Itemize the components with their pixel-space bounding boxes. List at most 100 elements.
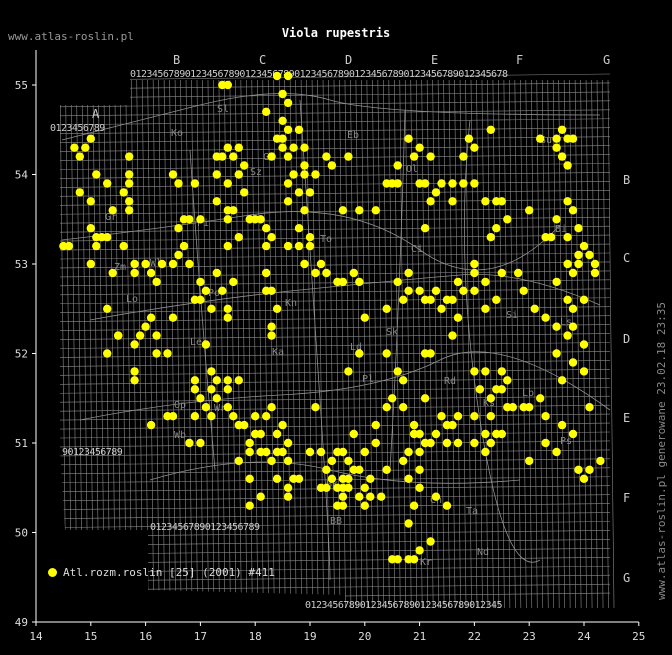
region-code: Ci [411, 244, 423, 255]
occurrence-point [355, 206, 364, 215]
occurrence-point [355, 492, 364, 501]
occurrence-point [579, 474, 589, 483]
occurrence-point [190, 376, 200, 385]
occurrence-point [344, 152, 353, 161]
occurrence-point [294, 224, 304, 233]
region-code: Le [190, 337, 202, 348]
occurrence-point [174, 224, 183, 233]
occurrence-point [207, 304, 216, 313]
x-tick-label: 18 [249, 630, 262, 643]
occurrence-point [409, 420, 419, 430]
occurrence-point [207, 385, 216, 394]
occurrence-point [196, 295, 205, 304]
occurrence-point [223, 143, 232, 152]
zone-letter: C [623, 251, 630, 265]
occurrence-point [459, 286, 468, 295]
occurrence-point [262, 241, 271, 251]
grid-line [278, 79, 286, 609]
occurrence-point [497, 429, 506, 439]
occurrence-point [420, 224, 430, 233]
occurrence-point [223, 403, 232, 412]
y-tick-label: 49 [15, 616, 28, 629]
occurrence-point [119, 188, 128, 197]
grid-line [372, 79, 379, 609]
x-tick-label: 25 [632, 630, 645, 643]
occurrence-point [114, 331, 123, 340]
occurrence-point [349, 268, 358, 278]
occurrence-point [497, 367, 506, 376]
occurrence-point [294, 125, 304, 134]
occurrence-point [146, 420, 156, 430]
occurrence-point [514, 268, 523, 278]
digit-row-a: 0123456789 [50, 123, 105, 134]
occurrence-point [75, 188, 85, 197]
occurrence-point [75, 152, 85, 161]
zone-letter: B [173, 53, 180, 67]
occurrence-point [305, 241, 315, 251]
occurrence-point [86, 259, 96, 269]
occurrence-point [327, 161, 337, 170]
occurrence-point [196, 277, 205, 287]
occurrence-point [201, 286, 211, 295]
x-tick-label: 21 [413, 630, 426, 643]
x-tick-label: 24 [577, 630, 591, 643]
occurrence-point [283, 98, 293, 108]
occurrence-point [152, 331, 161, 340]
grid-line [530, 79, 538, 609]
occurrence-point [563, 161, 572, 170]
x-tick-label: 23 [523, 630, 536, 643]
occurrence-point [382, 465, 391, 474]
occurrence-point [409, 429, 419, 439]
occurrence-point [125, 197, 134, 206]
occurrence-point [486, 412, 495, 421]
occurrence-point [574, 465, 583, 474]
occurrence-point [453, 438, 463, 448]
occurrence-point [267, 233, 276, 242]
occurrence-point [590, 259, 600, 269]
zone-letter: E [431, 53, 438, 67]
digit-row-bottom: 012345678901234567890123456789012345 [305, 600, 502, 611]
occurrence-point [196, 394, 205, 403]
occurrence-point [163, 349, 172, 358]
x-tick-label: 20 [358, 630, 371, 643]
occurrence-point [212, 394, 221, 403]
grid-line [520, 79, 527, 609]
occurrence-point [223, 241, 232, 251]
occurrence-point [327, 456, 337, 466]
occurrence-point [409, 501, 419, 510]
grid-line [393, 79, 401, 609]
occurrence-point [519, 286, 528, 295]
occurrence-point [283, 71, 293, 81]
occurrence-point [344, 483, 353, 492]
x-tick-label: 15 [84, 630, 97, 643]
occurrence-point [262, 107, 271, 117]
grid-line [59, 431, 611, 439]
occurrence-point [196, 215, 205, 224]
occurrence-point [382, 304, 391, 313]
grid-line [70, 79, 78, 609]
occurrence-point [86, 224, 96, 233]
digit-row-left: 90123456789 [62, 447, 123, 458]
occurrence-point [267, 322, 276, 331]
occurrence-point [119, 241, 128, 251]
occurrence-point [168, 170, 178, 179]
occurrence-point [267, 403, 276, 412]
occurrence-point [464, 134, 474, 143]
occurrence-point [568, 206, 578, 215]
occurrence-point [453, 277, 463, 287]
occurrence-point [568, 358, 578, 367]
occurrence-point [223, 80, 232, 90]
occurrence-point [223, 179, 232, 188]
occurrence-point [377, 492, 386, 501]
occurrence-point [190, 385, 200, 394]
occurrence-point [344, 367, 353, 376]
occurrence-point [125, 170, 134, 179]
occurrence-point [437, 304, 446, 313]
occurrence-point [481, 367, 490, 376]
occurrence-point [503, 376, 512, 385]
grid-line [59, 413, 611, 421]
region-code: Pl [362, 374, 374, 385]
occurrence-point [294, 474, 304, 483]
occurrence-point [168, 313, 178, 322]
occurrence-point [125, 152, 134, 161]
